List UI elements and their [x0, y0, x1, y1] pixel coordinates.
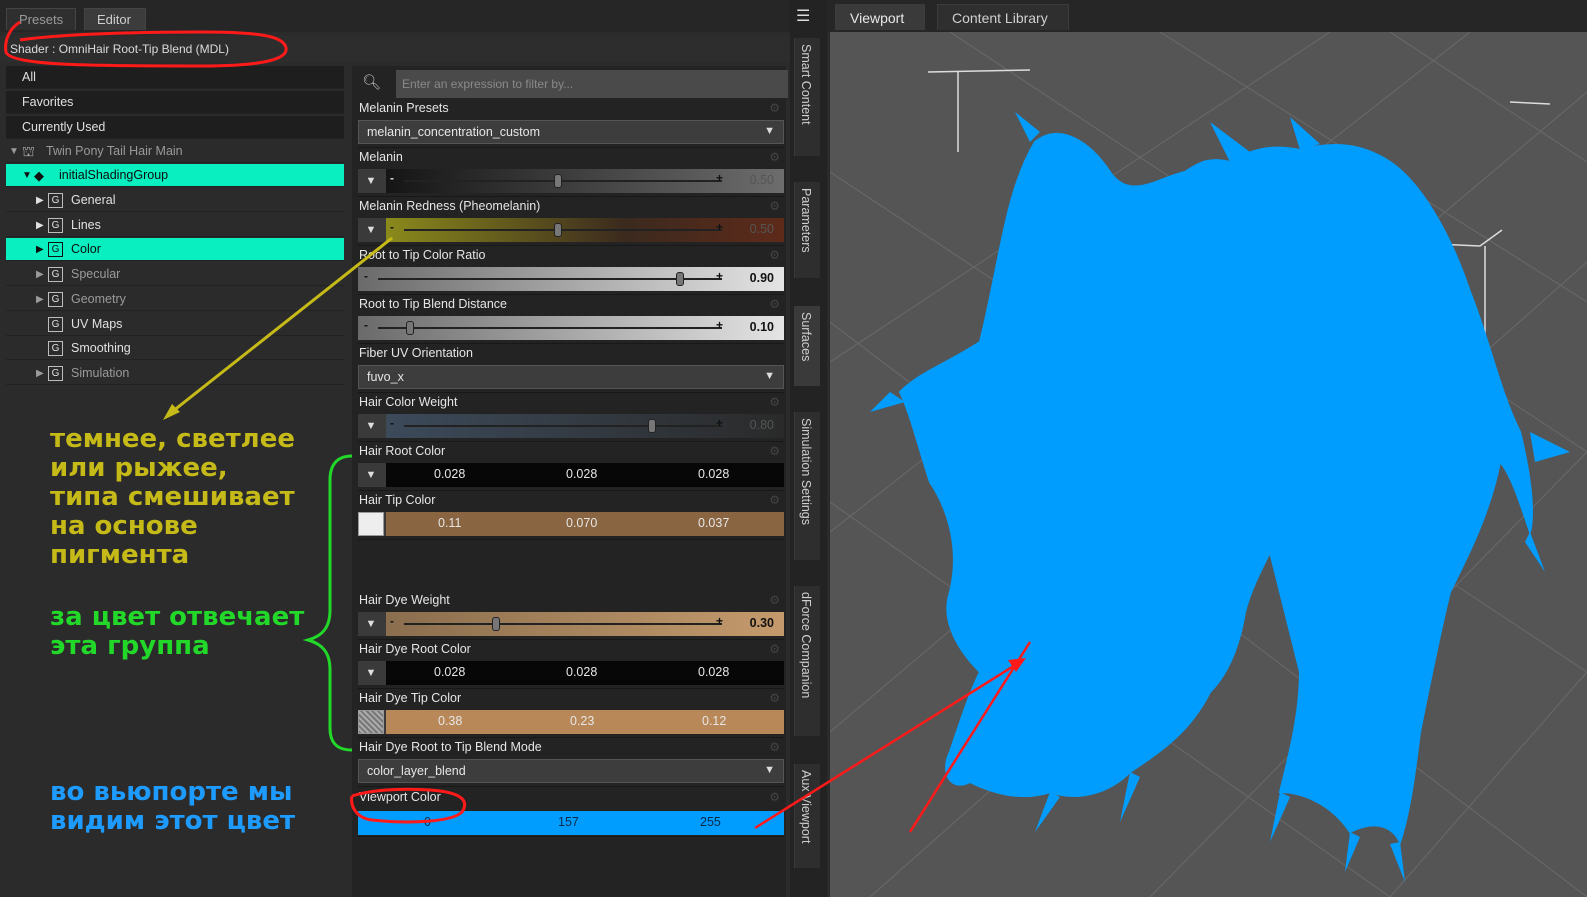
annotation-arrow-red-line [754, 660, 1021, 830]
annotation-red-circle-viewport-color [350, 787, 467, 824]
annotation-overlay [4, 20, 1026, 830]
annotation-red-circle-shader [4, 20, 288, 68]
arrow-head-icon [1008, 658, 1026, 672]
annotation-green-brace [302, 454, 353, 752]
daz-studio-window: Presets Editor Shader : OmniHair Root-Ti… [0, 0, 1587, 897]
annotation-arrow-yellow [167, 236, 393, 417]
